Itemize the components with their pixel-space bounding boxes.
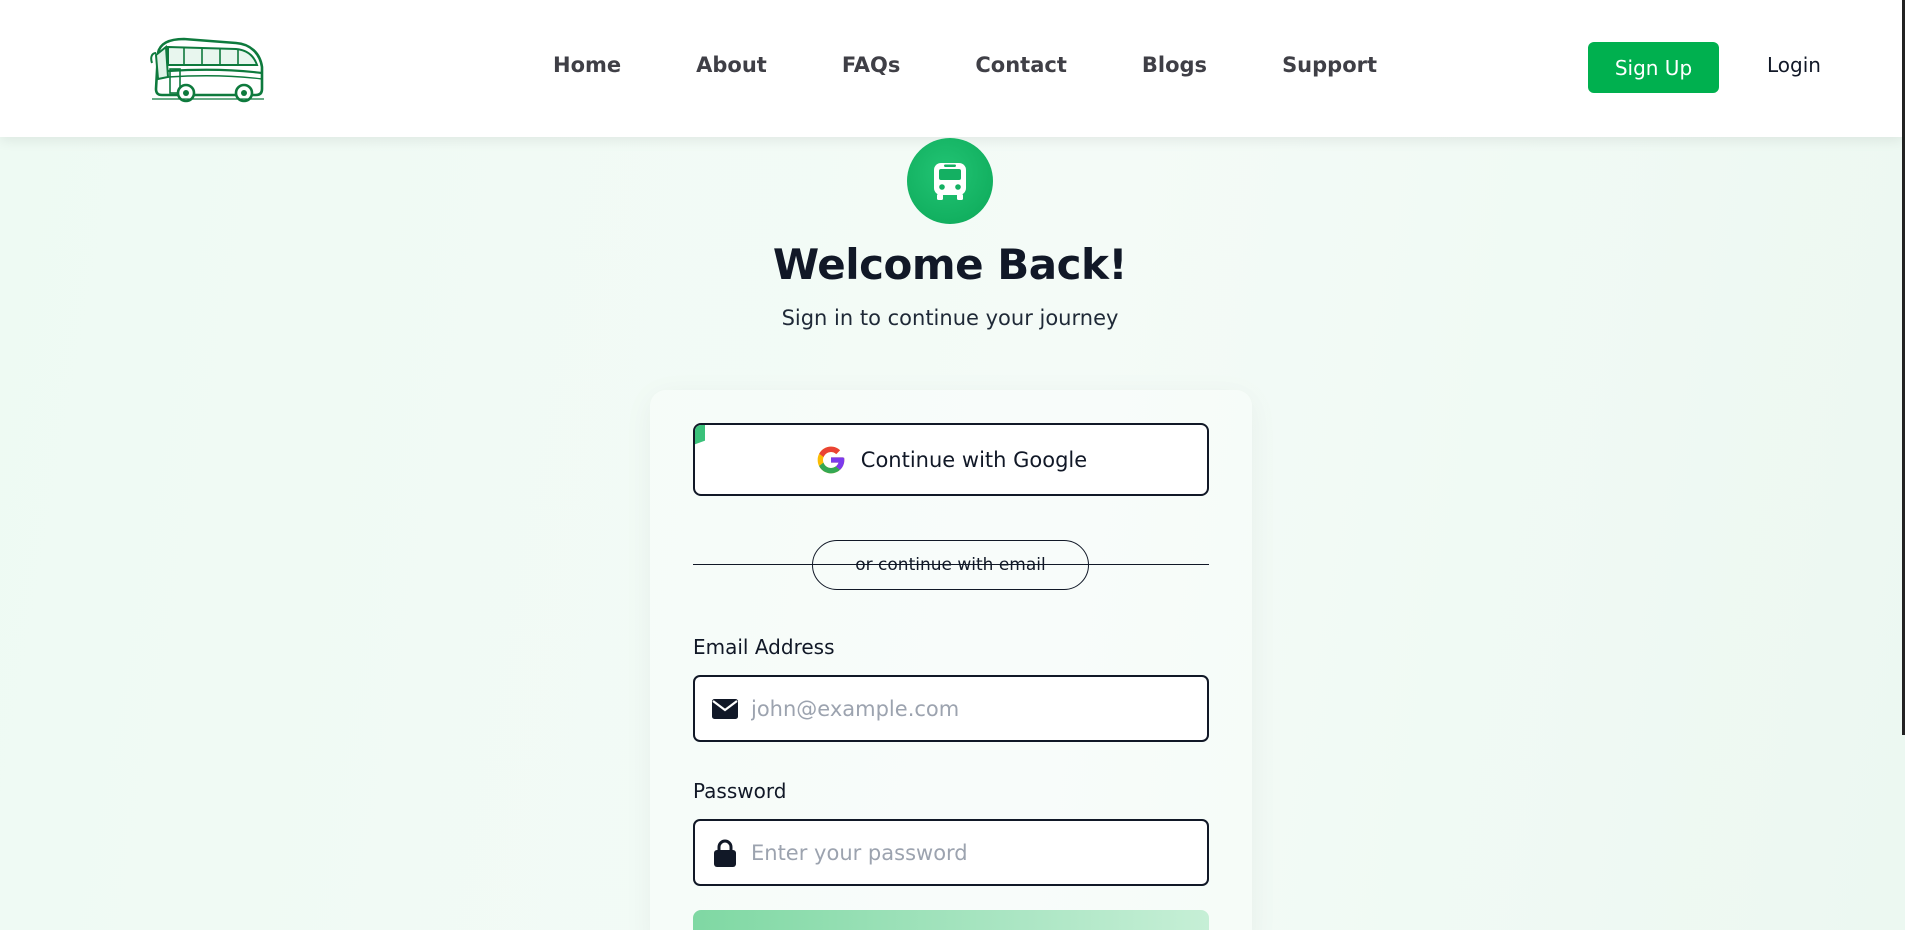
- page-subtitle: Sign in to continue your journey: [781, 306, 1119, 330]
- page-title: Welcome Back!: [772, 240, 1128, 289]
- google-icon: [817, 446, 845, 473]
- password-label: Password: [693, 779, 787, 803]
- bus-logo-icon: [150, 37, 264, 103]
- envelope-icon: [711, 695, 739, 723]
- nav-link-faqs[interactable]: FAQs: [842, 53, 901, 77]
- main-nav: Home About FAQs Contact Blogs Support: [553, 53, 1377, 77]
- password-input[interactable]: [751, 840, 1191, 865]
- nav-link-support[interactable]: Support: [1282, 53, 1377, 77]
- email-label: Email Address: [693, 635, 835, 659]
- email-input[interactable]: [751, 696, 1191, 721]
- login-page: Home About FAQs Contact Blogs Support Si…: [0, 0, 1905, 930]
- bus-logo[interactable]: [150, 33, 266, 103]
- sign-in-button[interactable]: [693, 910, 1209, 930]
- bus-icon: [934, 163, 966, 200]
- nav-link-home[interactable]: Home: [553, 53, 621, 77]
- nav-link-contact[interactable]: Contact: [975, 53, 1067, 77]
- bus-badge-icon: [907, 138, 993, 224]
- nav-link-about[interactable]: About: [696, 53, 767, 77]
- password-field-wrapper: [693, 819, 1209, 886]
- email-field-wrapper: [693, 675, 1209, 742]
- sign-up-button[interactable]: Sign Up: [1588, 42, 1719, 93]
- google-button-label: Continue with Google: [860, 447, 1088, 472]
- nav-link-blogs[interactable]: Blogs: [1142, 53, 1207, 77]
- continue-with-google-button[interactable]: Continue with Google: [693, 423, 1209, 496]
- navbar: Home About FAQs Contact Blogs Support Si…: [0, 0, 1903, 137]
- lock-icon: [711, 839, 739, 867]
- button-corner-accent: [695, 425, 705, 473]
- divider-text: or continue with email: [812, 540, 1089, 590]
- login-link[interactable]: Login: [1767, 53, 1821, 77]
